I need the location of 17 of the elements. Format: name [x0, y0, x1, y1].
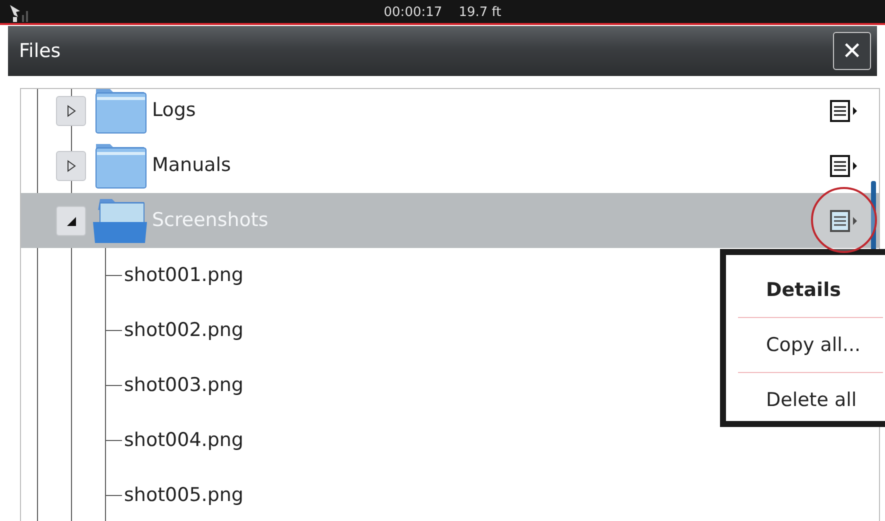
folder-name: Logs [152, 98, 196, 124]
menu-item[interactable]: Copy all... [738, 318, 883, 373]
folder-name: Manuals [152, 153, 231, 178]
folder-name: Screenshots [152, 208, 268, 234]
menu-item[interactable]: Details [738, 263, 883, 318]
file-name[interactable]: shot002.png [124, 316, 244, 345]
clock-time: 00:00:17 [384, 5, 442, 20]
file-name[interactable]: shot001.png [124, 261, 244, 290]
file-name[interactable]: shot004.png [124, 426, 244, 455]
folder-row[interactable]: Logs [21, 89, 879, 138]
close-button[interactable]: ✕ [833, 32, 871, 70]
folder-row[interactable]: Manuals [21, 138, 879, 193]
window-title: Files [19, 38, 61, 64]
file-name[interactable]: shot005.png [124, 481, 244, 510]
menu-item[interactable]: Delete all [738, 373, 883, 428]
file-name[interactable]: shot003.png [124, 371, 244, 400]
depth-reading: 19.7 ft [458, 5, 502, 20]
